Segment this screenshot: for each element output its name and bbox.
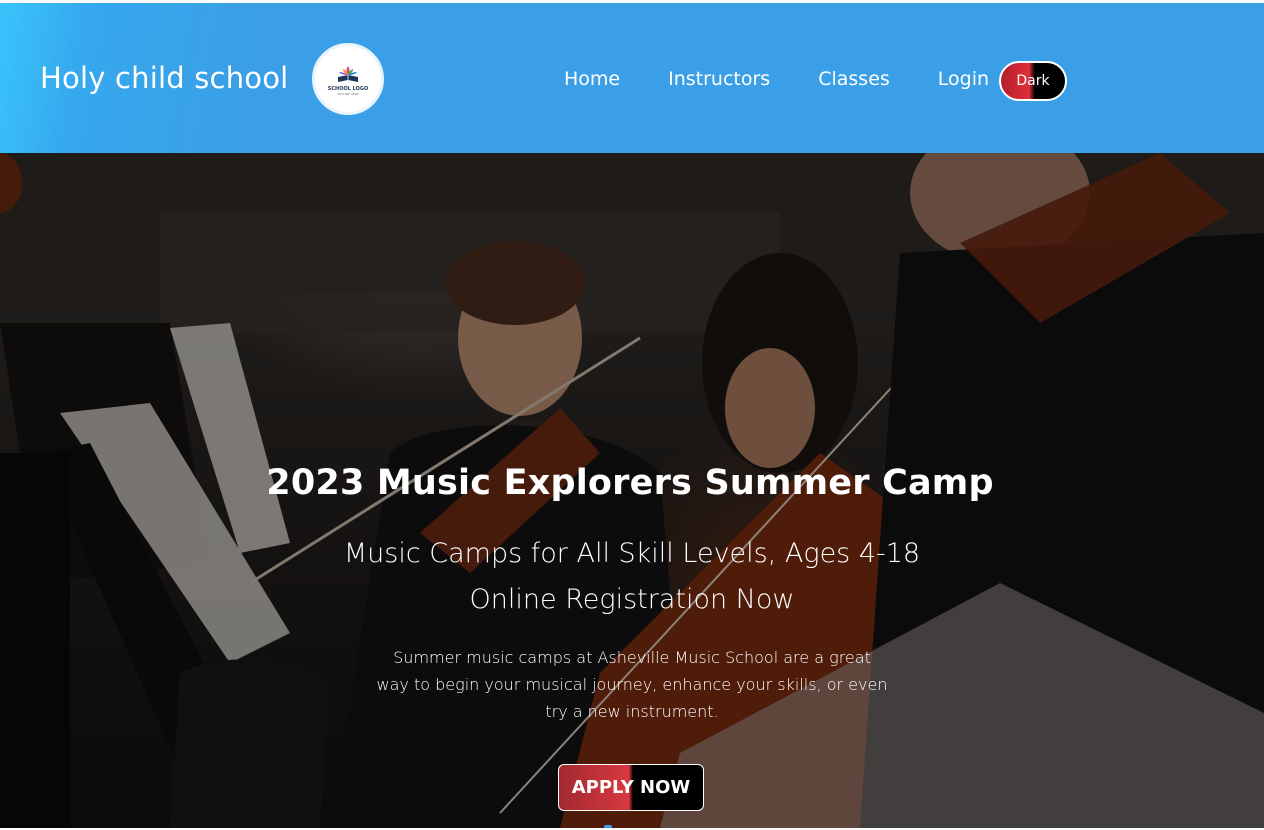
hero-subtitle-ages: Music Camps for All Skill Levels, Ages 4… [343, 538, 921, 569]
nav-home-link[interactable]: Home [564, 68, 620, 90]
site-header: Holy child school SCHOOL LOGO TAGLINE HE… [0, 3, 1264, 153]
logo-tagline: TAGLINE HERE [337, 91, 359, 96]
brand-title[interactable]: Holy child school [40, 61, 288, 95]
dark-mode-toggle[interactable]: Dark [999, 61, 1067, 101]
school-logo[interactable]: SCHOOL LOGO TAGLINE HERE [312, 43, 384, 115]
main-nav: Home Instructors Classes Login [564, 68, 989, 90]
apply-now-button[interactable]: APPLY NOW [558, 764, 704, 811]
hero-description: Summer music camps at Asheville Music Sc… [376, 648, 888, 721]
carousel-indicator[interactable] [604, 825, 612, 828]
page: Holy child school SCHOOL LOGO TAGLINE HE… [0, 0, 1264, 830]
hero-title: 2023 Music Explorers Summer Camp [266, 463, 994, 503]
logo-emblem-icon [338, 65, 358, 82]
nav-classes-link[interactable]: Classes [818, 68, 890, 90]
hero-subtitle-registration: Online Registration Now [469, 584, 795, 615]
nav-login-link[interactable]: Login [938, 68, 989, 90]
nav-instructors-link[interactable]: Instructors [668, 68, 770, 90]
